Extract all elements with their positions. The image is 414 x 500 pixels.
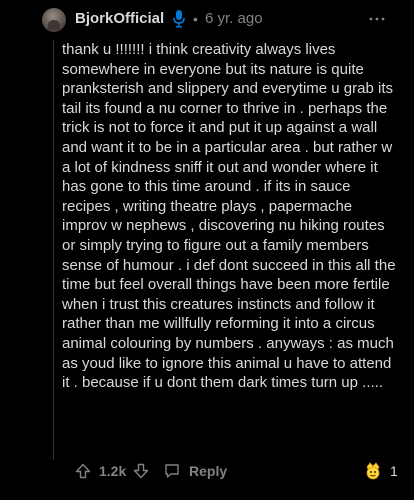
upvote-arrow-icon[interactable]	[75, 463, 91, 479]
comment-actions-bar: 1.2k Reply 1	[0, 458, 414, 484]
vote-count: 1.2k	[99, 463, 127, 479]
reply-bubble-icon[interactable]	[164, 463, 180, 479]
award-icon[interactable]	[363, 460, 383, 480]
downvote-arrow-icon[interactable]	[133, 463, 149, 479]
microphone-icon	[173, 10, 185, 28]
username-link[interactable]: BjorkOfficial	[75, 10, 164, 28]
avatar[interactable]	[42, 8, 66, 32]
thread-line[interactable]	[53, 40, 54, 460]
separator-dot: •	[193, 11, 198, 27]
reply-button[interactable]: Reply	[189, 463, 227, 479]
timestamp: 6 yr. ago	[205, 10, 263, 27]
award-count: 1	[390, 463, 398, 479]
more-options-icon[interactable]	[368, 16, 386, 22]
comment-header: BjorkOfficial • 6 yr. ago	[0, 0, 414, 40]
comment-body: thank u !!!!!!! i think creativity alway…	[62, 41, 396, 392]
